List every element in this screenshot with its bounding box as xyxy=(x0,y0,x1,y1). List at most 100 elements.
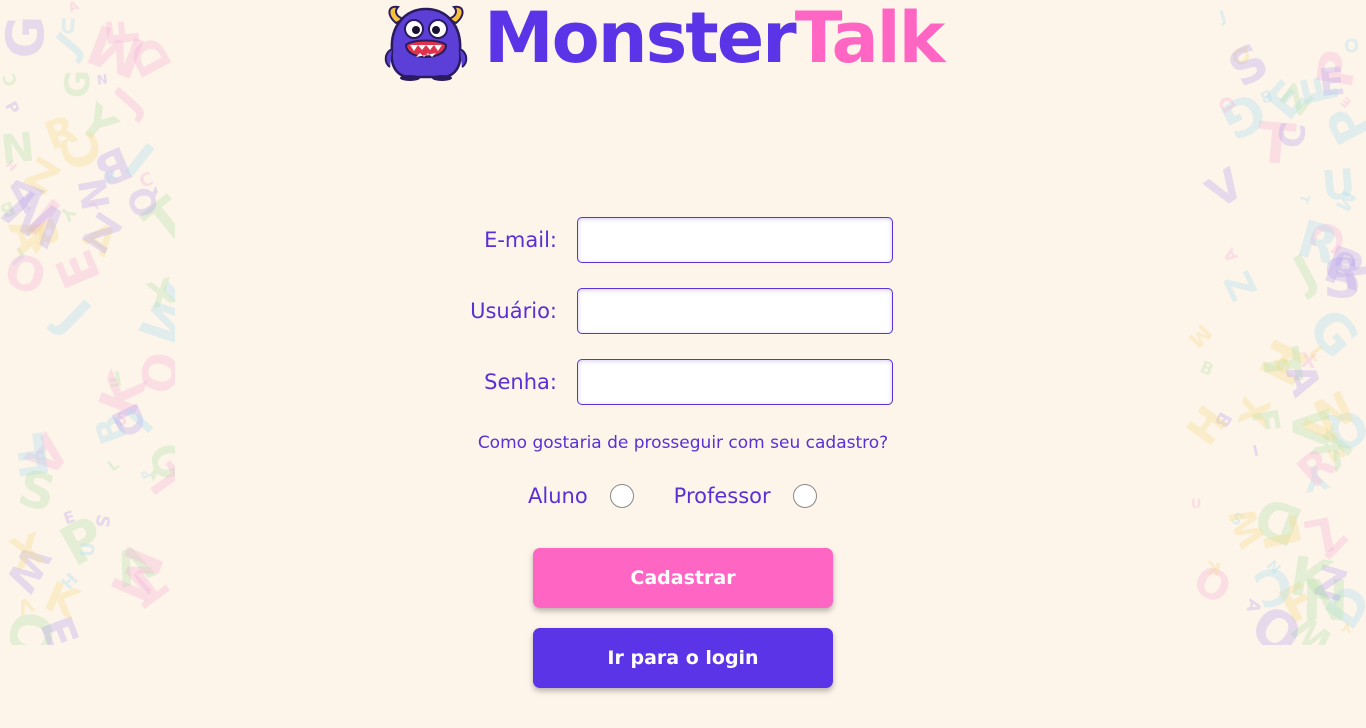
background-letter: E xyxy=(1255,70,1319,131)
background-letter: D xyxy=(1314,574,1366,640)
background-letter: X xyxy=(1299,347,1318,373)
signup-page: LBNWAJCEDFRTPISOAZMQKGYXHVULBNWAJCEDFRTP… xyxy=(0,0,1366,728)
username-field[interactable] xyxy=(577,288,893,334)
background-letter: B xyxy=(1196,357,1217,381)
email-field[interactable] xyxy=(577,217,893,263)
register-button[interactable]: Cadastrar xyxy=(533,548,833,608)
background-letter: X xyxy=(1228,392,1279,432)
background-letter: Z xyxy=(1214,265,1265,308)
background-letter: U xyxy=(1319,159,1358,211)
background-letter: L xyxy=(3,243,31,270)
background-letter: Q xyxy=(1226,41,1257,71)
background-letter: S xyxy=(12,458,62,524)
background-letter: D xyxy=(1213,90,1242,117)
background-letter: V xyxy=(14,592,38,620)
background-letter: R xyxy=(1316,235,1366,304)
background-letter: V xyxy=(1197,159,1253,220)
password-row: Senha: xyxy=(440,359,893,405)
background-letter: Q xyxy=(1269,351,1295,378)
brand-header: MonsterTalk xyxy=(382,0,946,82)
background-letter: A xyxy=(75,212,126,266)
background-letter: A xyxy=(0,210,60,261)
password-label: Senha: xyxy=(484,370,557,394)
background-letter: A xyxy=(1241,596,1265,615)
background-letter: L xyxy=(86,198,102,214)
background-letter: R xyxy=(102,165,120,188)
background-letter: M xyxy=(1330,186,1362,216)
background-letter: C xyxy=(1271,119,1315,151)
background-letter: Y xyxy=(1340,617,1354,635)
radio-aluno[interactable] xyxy=(609,484,634,508)
background-letter: T xyxy=(131,184,175,257)
background-letter: J xyxy=(46,289,101,346)
background-letter: I xyxy=(115,130,166,188)
radio-professor[interactable] xyxy=(792,484,817,508)
background-letter: O xyxy=(1186,553,1240,613)
background-letter: W xyxy=(0,173,78,260)
background-letter: M xyxy=(79,11,154,91)
password-field[interactable] xyxy=(577,359,893,405)
background-letter: A xyxy=(1219,244,1243,266)
background-letter: P xyxy=(138,466,155,482)
background-letter: T xyxy=(134,454,175,511)
email-label: E-mail: xyxy=(484,228,557,252)
background-letter: O xyxy=(0,239,53,304)
background-letter: E xyxy=(45,240,114,297)
brand-title-monster: Monster xyxy=(484,0,797,79)
background-letter: Z xyxy=(75,201,130,262)
background-letter: N xyxy=(1262,556,1285,578)
role-option-aluno-label: Aluno xyxy=(528,484,588,508)
background-letter: X xyxy=(141,267,175,315)
background-letter: X xyxy=(4,523,51,580)
background-letter: F xyxy=(97,14,151,49)
background-letter: K xyxy=(87,364,160,425)
background-letter: C xyxy=(136,168,157,193)
background-letter: G xyxy=(1295,297,1366,370)
background-letter: P xyxy=(1315,94,1366,154)
role-option-professor-label: Professor xyxy=(673,484,771,508)
background-letter: H xyxy=(1249,331,1322,396)
background-letter: F xyxy=(1270,571,1326,636)
background-letter: F xyxy=(1290,66,1352,111)
background-letter: C xyxy=(1298,213,1356,261)
background-letter: H xyxy=(57,569,84,595)
background-letter: L xyxy=(1303,340,1331,366)
background-letter: W xyxy=(1285,605,1342,645)
email-row: E-mail: xyxy=(440,217,893,263)
background-letter: S xyxy=(1227,507,1248,530)
background-letter: W xyxy=(127,274,175,360)
background-letter: B xyxy=(0,196,19,222)
background-letter: K xyxy=(1285,544,1337,613)
background-letter: W xyxy=(1222,501,1275,554)
role-question: Como gostaria de prosseguir com seu cada… xyxy=(477,433,889,453)
background-letter: P xyxy=(1,98,24,118)
background-letter: R xyxy=(13,211,71,260)
background-letter: Z xyxy=(1271,75,1320,122)
monster-mascot-icon xyxy=(384,5,468,81)
go-to-login-button[interactable]: Ir para o login xyxy=(533,628,833,688)
background-letter: E xyxy=(1316,58,1348,106)
background-letter: S xyxy=(90,512,114,530)
background-letter: Z xyxy=(1308,555,1353,612)
background-letter: H xyxy=(2,157,20,175)
background-letter: T xyxy=(116,552,175,617)
background-letter: O xyxy=(1343,35,1360,58)
background-letter: F xyxy=(1242,405,1287,437)
role-option-aluno: Aluno xyxy=(528,484,634,508)
background-letter: G xyxy=(57,69,99,99)
background-letter: I xyxy=(1316,526,1358,568)
background-letter: O xyxy=(1241,590,1315,645)
background-letter: E xyxy=(61,506,78,529)
background-letter: W xyxy=(0,537,61,601)
background-letter: U xyxy=(1190,496,1202,513)
background-letter: F xyxy=(106,366,124,392)
background-letter: Y xyxy=(1299,454,1332,500)
background-letter: B xyxy=(87,135,140,198)
role-option-professor: Professor xyxy=(674,484,817,508)
background-letter: N xyxy=(96,72,109,89)
brand-title-talk: Talk xyxy=(794,0,946,79)
background-letter: Q xyxy=(120,180,169,223)
background-letter: O xyxy=(0,605,66,645)
background-letter: R xyxy=(38,107,84,160)
background-letter: U xyxy=(76,540,100,558)
